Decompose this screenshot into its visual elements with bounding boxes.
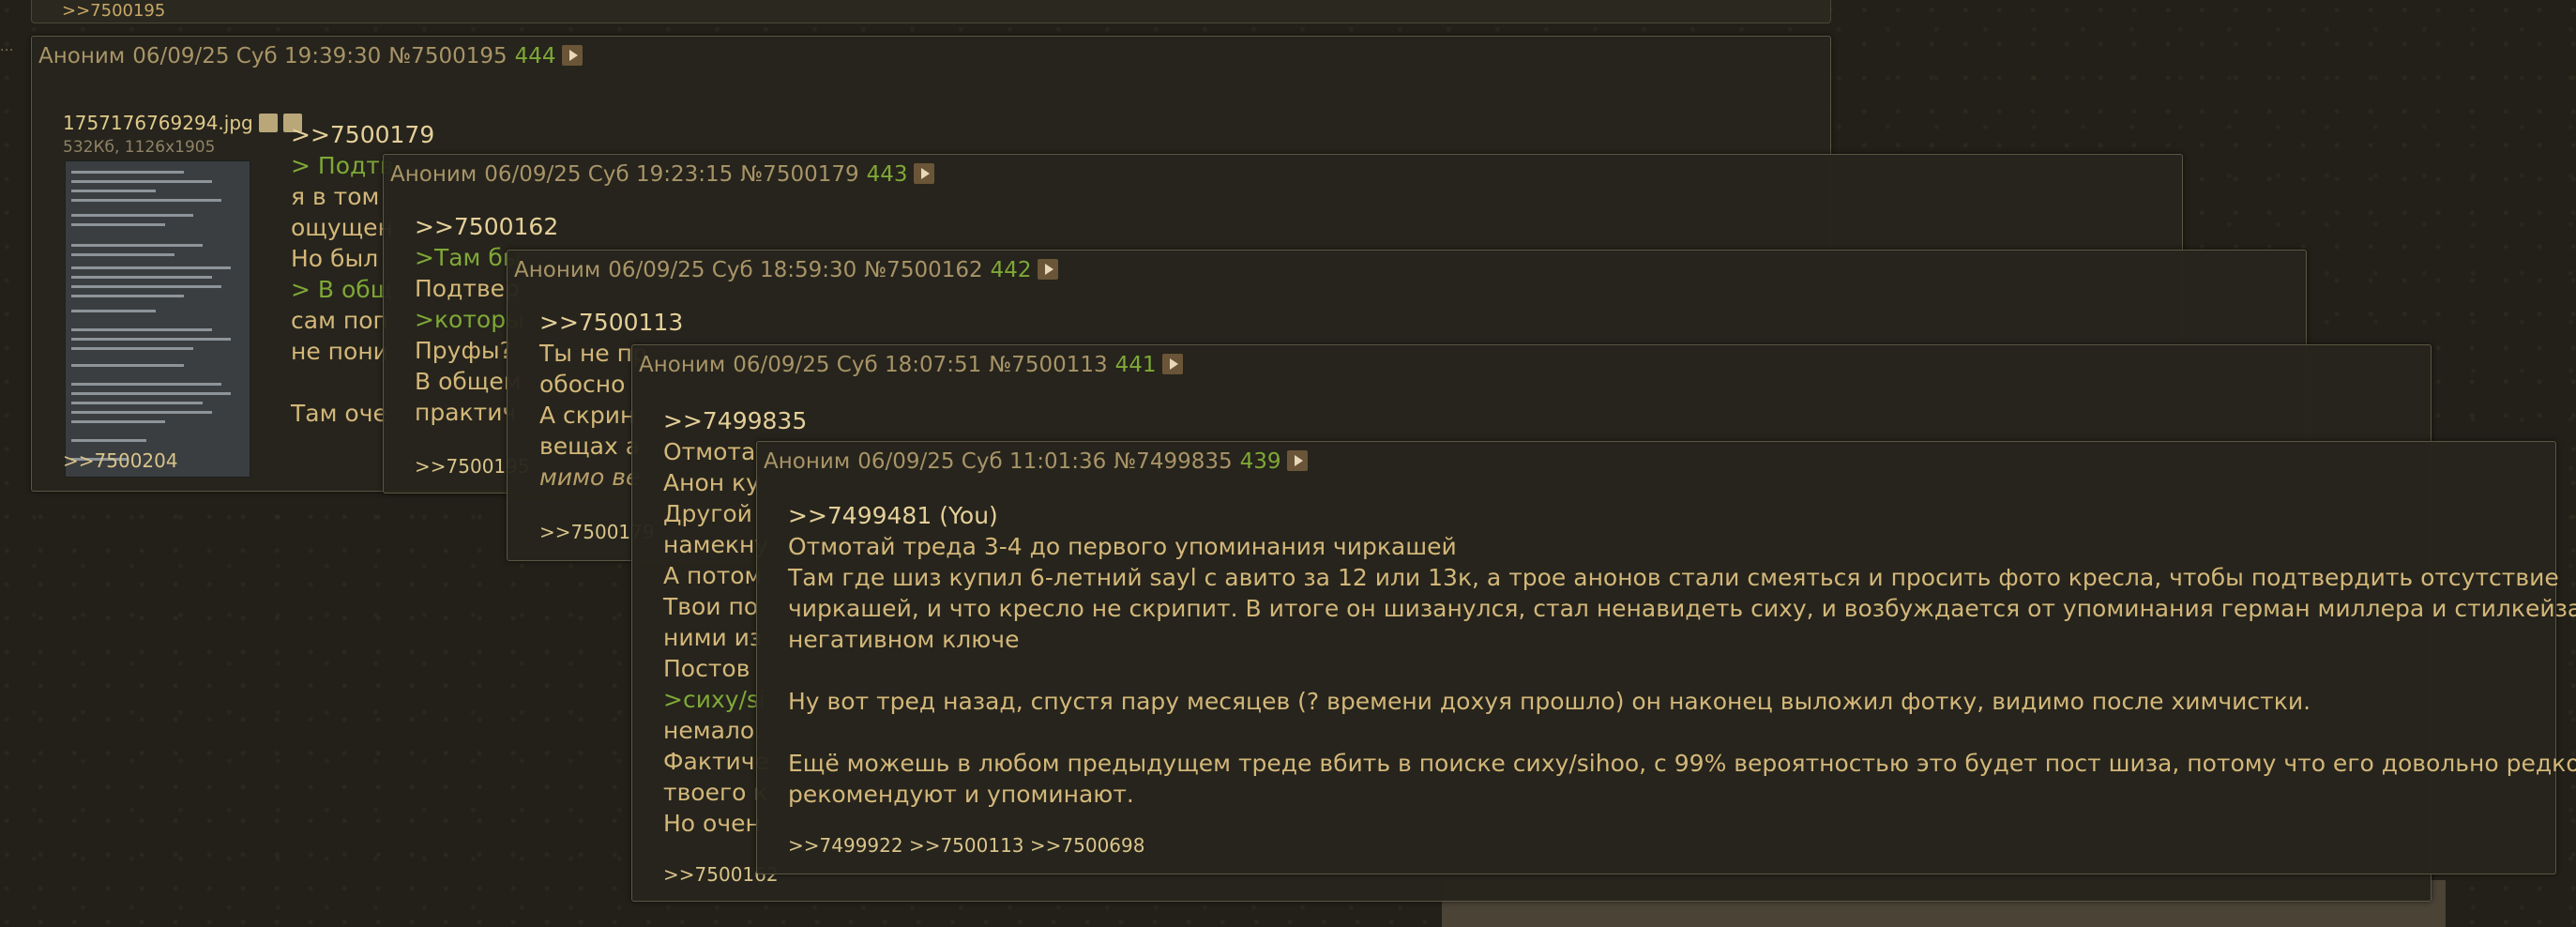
reply-link[interactable]: >>7500113 [539, 307, 683, 338]
previous-post-stub: >>7500195 [31, 0, 1831, 23]
text-line: негативном ключе [788, 626, 1020, 653]
post-count: 443 [866, 162, 908, 187]
attachment-thumbnail[interactable] [65, 160, 250, 478]
expand-play-icon[interactable] [913, 163, 934, 184]
poster-name: Аноним [639, 353, 726, 377]
expand-play-icon[interactable] [1161, 354, 1183, 374]
reply-link[interactable]: >>7500162 [415, 211, 558, 242]
text-line [788, 717, 2576, 748]
text-line: Там где шиз купил 6-летний sayl с авито … [788, 564, 2559, 591]
post-date: 06/09/25 Суб 18:07:51 [733, 353, 982, 377]
post-header: Аноним 06/09/25 Суб 18:59:30 №7500162 442 [514, 258, 1058, 282]
text-line: Ну вот тред назад, спустя пару месяцев (… [788, 688, 2311, 715]
post-header: Аноним 06/09/25 Суб 11:01:36 №7499835 439 [764, 449, 1308, 474]
post-number[interactable]: №7500113 [989, 353, 1107, 377]
poster-name: Аноним [764, 449, 851, 474]
you-marker: (You) [939, 502, 998, 529]
text-line: чиркашей, и что кресло не скрипит. В ито… [788, 595, 2576, 622]
reply-backlink[interactable]: >>7500204 [63, 449, 178, 472]
post-text: >>7499481 (You) Отмотай треда 3-4 до пер… [788, 500, 2576, 810]
post-date: 06/09/25 Суб 11:01:36 [857, 449, 1107, 474]
thread-collapse-handle[interactable]: · · · [0, 43, 13, 58]
poster-name: Аноним [390, 162, 477, 187]
reply-link[interactable]: >>7500179 [291, 119, 434, 150]
reply-line: >>7499481 (You) [788, 500, 2576, 531]
reply-backlink[interactable]: >>7499922 >>7500113 >>7500698 [788, 834, 1144, 857]
expand-play-icon[interactable] [1286, 450, 1308, 471]
post-number[interactable]: №7499835 [1114, 449, 1232, 474]
file-meta: 532Кб, 1126x1905 [63, 138, 216, 157]
post-header: Аноним 06/09/25 Суб 18:07:51 №7500113 441 [639, 353, 1183, 377]
post-count: 441 [1114, 353, 1157, 377]
search-icon[interactable] [258, 114, 278, 132]
poster-name: Аноним [38, 44, 126, 68]
post-date: 06/09/25 Суб 18:59:30 [608, 258, 857, 282]
expand-play-icon[interactable] [1037, 259, 1058, 280]
file-name-link[interactable]: 1757176769294.jpg [63, 112, 253, 134]
expand-play-icon[interactable] [561, 45, 583, 66]
post-count: 442 [990, 258, 1032, 282]
text-line: Ещё можешь в любом предыдущем треде вбит… [788, 750, 2576, 777]
post-header: Аноним 06/09/25 Суб 19:23:15 №7500179 443 [390, 162, 934, 187]
post-number[interactable]: №7500179 [740, 162, 858, 187]
file-info: 1757176769294.jpg [63, 112, 302, 134]
post-count: 439 [1239, 449, 1281, 474]
post-number[interactable]: №7500195 [388, 44, 507, 68]
reply-link[interactable]: >>7499481 [788, 502, 932, 529]
post-replies[interactable]: >>7500204 [63, 449, 178, 472]
post-count: 444 [514, 44, 556, 68]
text-line [788, 655, 2576, 686]
text-line: рекомендуют и упоминают. [788, 781, 1134, 808]
post-date: 06/09/25 Суб 19:23:15 [484, 162, 734, 187]
post-header: Аноним 06/09/25 Суб 19:39:30 №7500195 444 [38, 44, 583, 68]
reply-link[interactable]: >>7499835 [663, 405, 807, 436]
post-replies[interactable]: >>7499922 >>7500113 >>7500698 [788, 834, 1144, 857]
text-line: Отмотай треда 3-4 до первого упоминания … [788, 533, 1457, 560]
poster-name: Аноним [514, 258, 601, 282]
post-number[interactable]: №7500162 [864, 258, 982, 282]
post-7499835: Аноним 06/09/25 Суб 11:01:36 №7499835 439 >… [756, 441, 2576, 874]
post-date: 06/09/25 Суб 19:39:30 [132, 44, 382, 68]
reply-link[interactable]: >>7500195 [62, 1, 165, 21]
